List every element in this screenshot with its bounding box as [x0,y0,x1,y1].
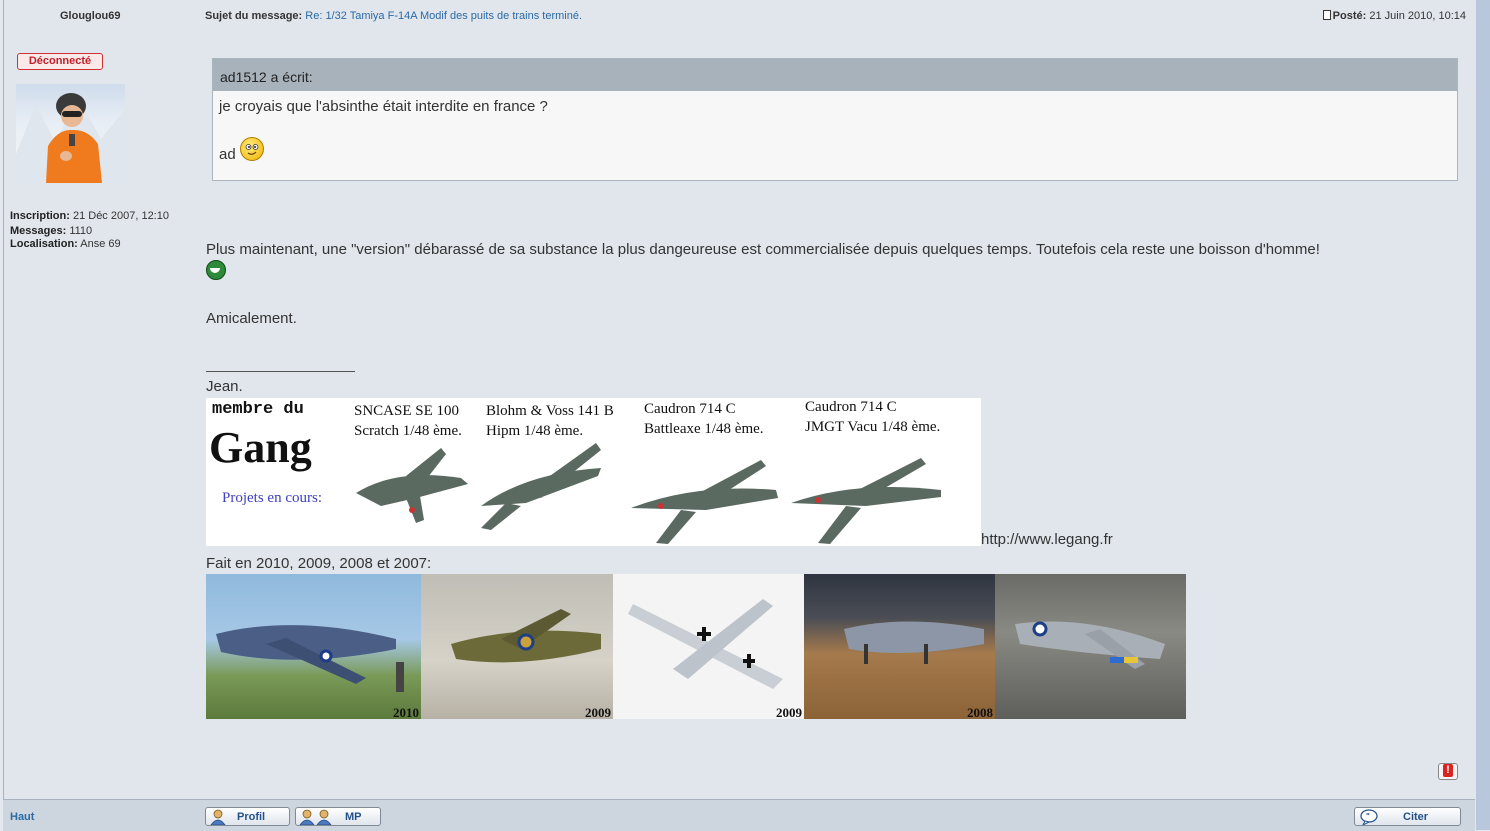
localisation-value: Anse 69 [80,238,121,250]
photo-2-year: 2009 [585,705,611,719]
posted-info: Posté: 21 Juin 2010, 10:14 [1322,10,1466,22]
photo-3: 2009 [613,574,804,719]
inscription-label: Inscription: [10,210,70,222]
avatar [16,84,125,183]
photo-4-year: 2008 [967,705,993,719]
profile-stats: Inscription: 21 Déc 2007, 12:10 Messages… [10,210,185,251]
profile-button-label: Profil [237,811,266,823]
site-link[interactable]: http://www.legang.fr [981,531,1113,548]
inscription-value: 21 Déc 2007, 12:10 [72,210,169,222]
photo-2: 2009 [421,574,613,719]
greeting: Amicalement. [206,310,297,327]
private-message-label: MP [345,811,362,823]
made-in-caption: Fait en 2010, 2009, 2008 et 2007: [206,555,432,572]
photo-strip: 2010 2009 2009 2008 [206,574,1186,719]
quote-header: ad1512 a écrit: [213,59,1457,91]
posted-date: 21 Juin 2010, 10:14 [1369,10,1466,22]
author-name[interactable]: Glouglou69 [60,10,121,22]
quote-box: ad1512 a écrit: je croyais que l'absinth… [212,58,1458,181]
messages-label: Messages: [10,225,67,237]
photo-1-year: 2010 [393,705,419,719]
quote-button[interactable]: " Citer [1354,807,1461,826]
signature-divider [206,371,355,372]
private-message-button[interactable]: MP [295,807,381,826]
grin-icon [206,260,226,280]
photo-1: 2010 [206,574,421,719]
smiley-icon [239,137,264,161]
message-paragraph: Plus maintenant, une "version" débarassé… [206,240,1468,286]
gang-banner-image: membre du Gang Projets en cours: SNCASE … [206,398,981,546]
profile-button[interactable]: Profil [205,807,290,826]
messages-value: 1110 [69,225,93,237]
user-icon [210,809,226,825]
subject-label: Sujet du message: [205,10,303,22]
post-document-icon[interactable] [1322,10,1331,20]
quote-line: je croyais que l'absinthe était interdit… [219,98,548,115]
localisation-label: Localisation: [10,238,78,250]
quote-body: je croyais que l'absinthe était interdit… [213,91,1457,170]
photo-4: 2008 [804,574,995,719]
subject-link[interactable]: Re: 1/32 Tamiya F-14A Modif des puits de… [305,10,582,22]
signature-name: Jean. [206,378,243,395]
posted-label: Posté: [1332,10,1367,22]
quote-button-label: Citer [1403,811,1429,823]
photo-3-year: 2009 [776,705,802,719]
back-to-top-link[interactable]: Haut [10,811,34,823]
report-post-icon[interactable] [1438,763,1458,780]
message-text: Plus maintenant, une "version" débarassé… [206,241,1320,258]
users-icon [299,809,332,825]
svg-text:": " [1366,812,1370,821]
quote-signature: ad [219,146,236,163]
speech-bubble-icon: " [1360,809,1378,825]
right-side-rail [1476,0,1490,830]
post-subject: Sujet du message: Re: 1/32 Tamiya F-14A … [205,10,582,22]
banner-aircraft-drawings [356,443,941,544]
photo-5 [995,574,1186,719]
status-badge: Déconnecté [17,53,103,70]
